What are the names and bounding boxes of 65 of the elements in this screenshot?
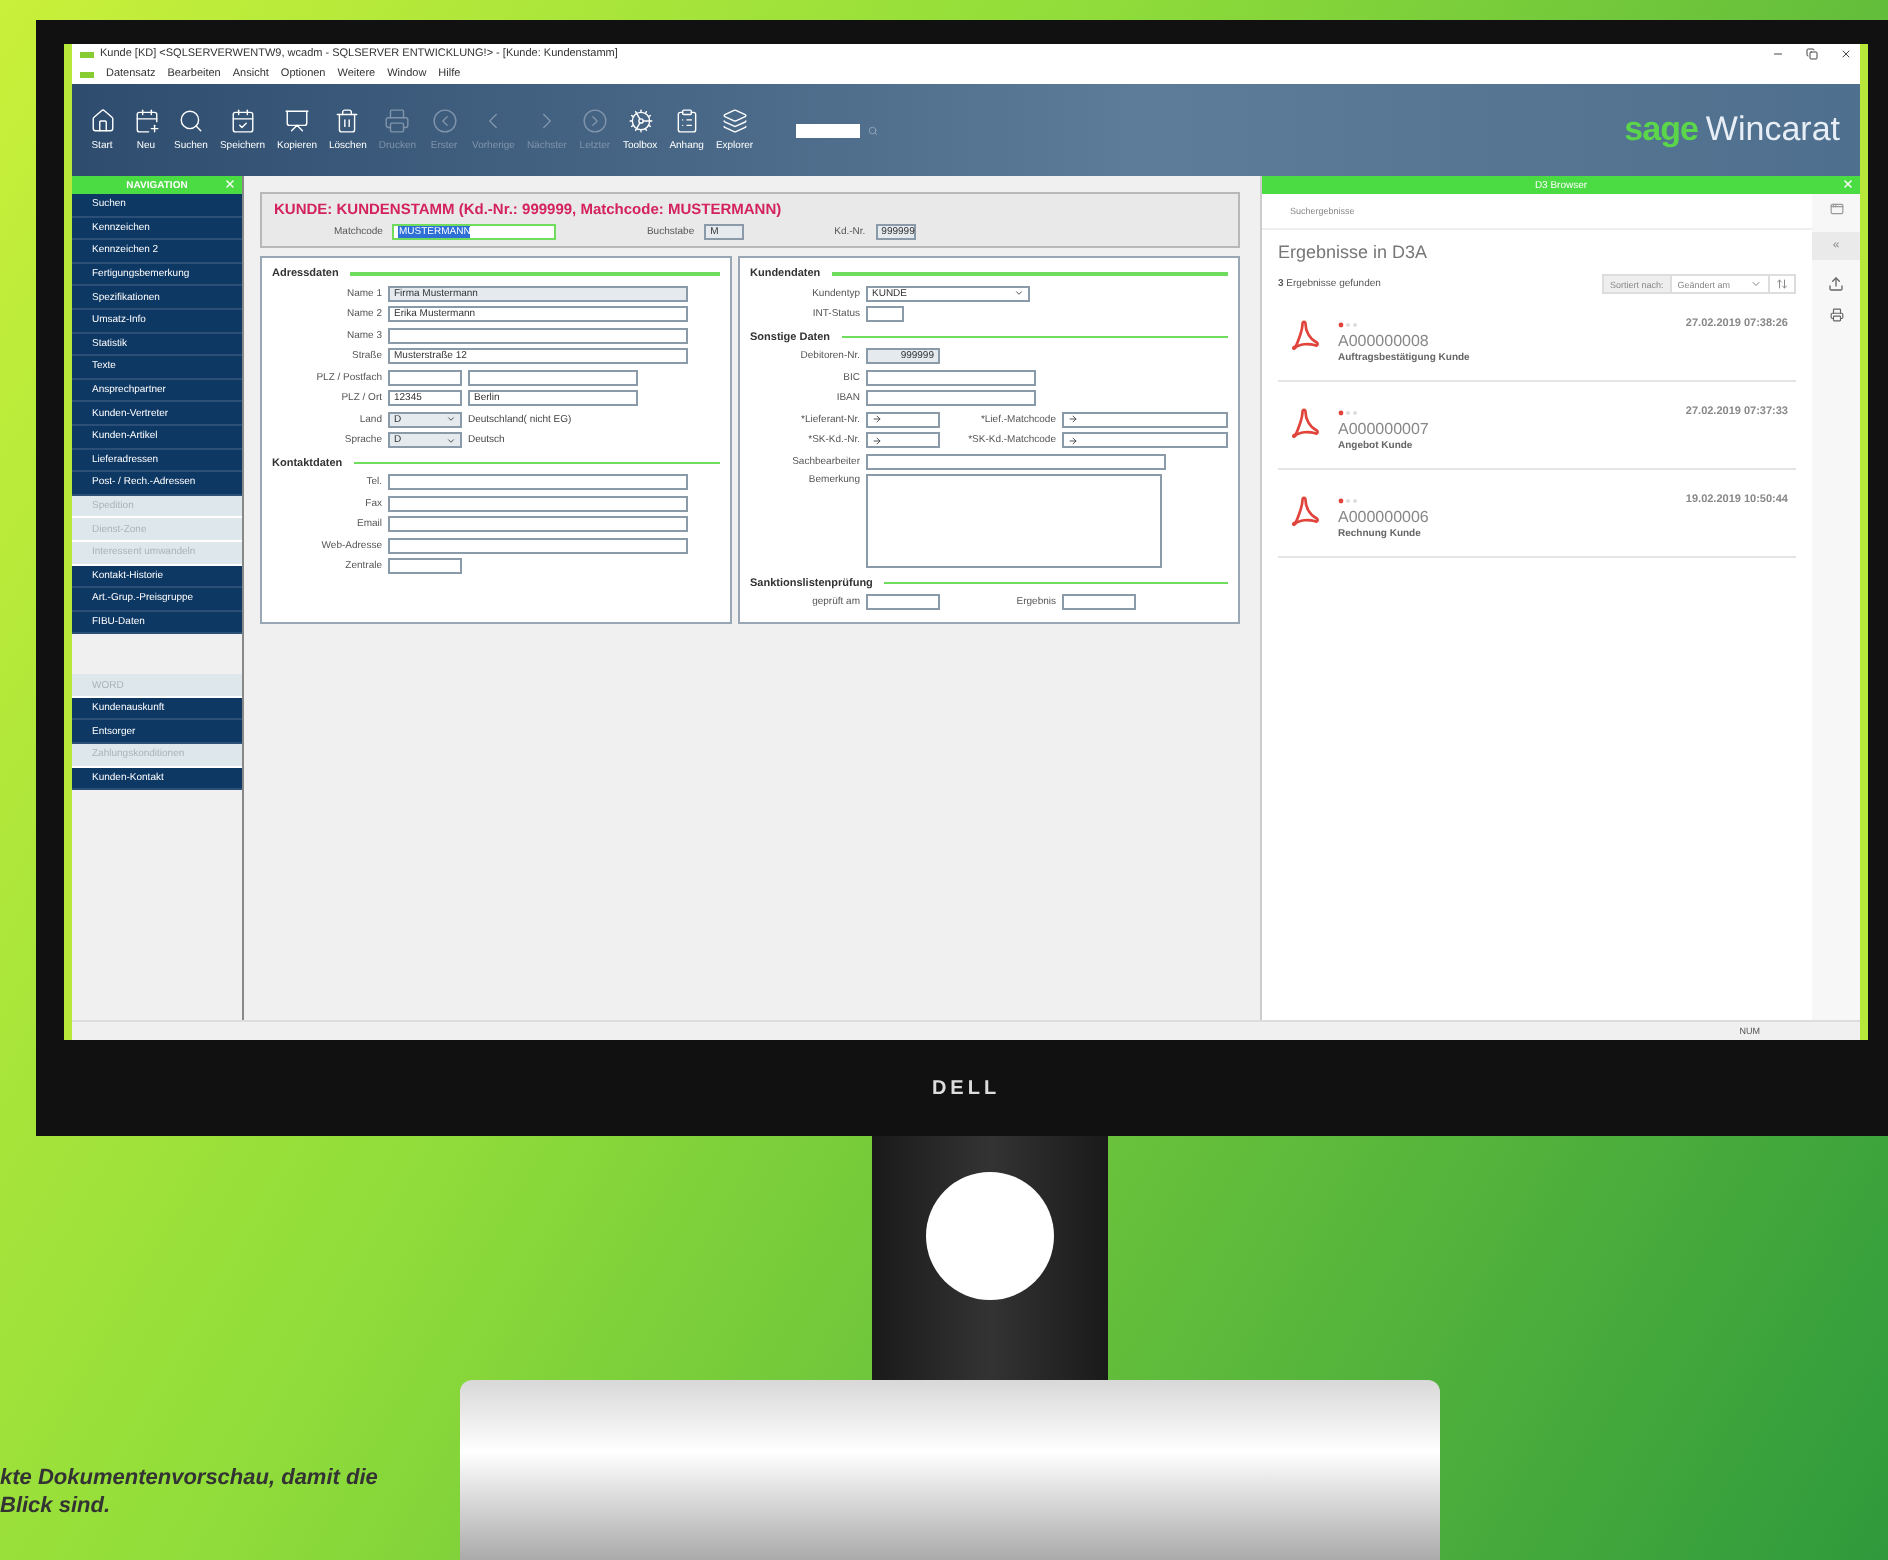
input-field[interactable] [1062,411,1228,427]
input-field[interactable] [468,369,638,385]
result-id: A000000006 [1338,508,1431,526]
trash-icon [334,108,361,134]
chevron-down-icon [1750,278,1762,290]
pdf-icon [1286,494,1322,530]
clipboard-icon [673,108,700,134]
logo-brand: sage [1624,110,1698,150]
logo-product: Wincarat [1705,110,1840,150]
status-dots-icon [1338,409,1358,415]
layers-icon [721,108,748,134]
search-icon [867,125,878,135]
monitor-brand: DELL [931,1077,1001,1099]
status-dots-icon [1338,321,1358,327]
upload-icon[interactable] [1828,276,1844,292]
input-field[interactable] [866,390,1036,406]
caption-text: Blick sind. [0,1492,113,1520]
input-field[interactable] [388,474,688,490]
home-icon [89,108,115,134]
arrow-icon [1068,414,1078,424]
input-field[interactable] [388,495,688,511]
input-field[interactable] [866,594,940,610]
minimize-button[interactable] [1772,48,1784,60]
circle-left-icon [431,108,458,134]
result-id: A000000007 [1338,420,1431,438]
search-field[interactable] [795,123,860,137]
input-field[interactable] [1062,594,1136,610]
input-field[interactable] [388,516,688,532]
input-field[interactable] [866,453,1166,469]
caption-text: kte Dokumentenvorschau, damit die [0,1464,380,1492]
input-field[interactable] [1062,432,1228,448]
dropdown-icon [446,414,456,424]
input-field[interactable] [866,432,940,448]
close-button[interactable] [1840,48,1852,60]
arrow-icon [872,435,882,445]
dropdown-icon [446,435,456,445]
circle-right-icon [581,108,608,134]
dropdown-icon [1014,288,1024,298]
restore-button[interactable] [1806,48,1818,60]
input-field[interactable] [866,369,1036,385]
input-field[interactable] [388,558,462,574]
pdf-icon [1286,406,1322,442]
input-field[interactable] [388,537,688,553]
close-icon[interactable] [224,178,236,190]
pdf-icon [1286,318,1322,354]
calendar-check-icon [229,108,256,134]
input-field[interactable] [388,327,688,343]
status-dots-icon [1338,497,1358,503]
arrow-icon [1068,435,1078,445]
input-field[interactable] [866,411,940,427]
gear-icon [627,108,654,134]
printer-icon [384,108,411,134]
window-icon[interactable] [1829,202,1843,216]
printer-icon[interactable] [1829,308,1843,322]
results-heading: Ergebnisse in D3A [1278,242,1430,262]
sort-icon [1776,278,1788,290]
result-id: A000000008 [1338,332,1431,350]
calendar-plus-icon [133,108,159,134]
text-area[interactable] [866,474,1162,568]
search-icon [177,108,204,134]
close-icon[interactable] [1842,178,1854,190]
arrow-icon [872,414,882,424]
presentation-icon [283,108,310,134]
input-field[interactable] [866,306,904,322]
input-field[interactable] [388,369,462,385]
